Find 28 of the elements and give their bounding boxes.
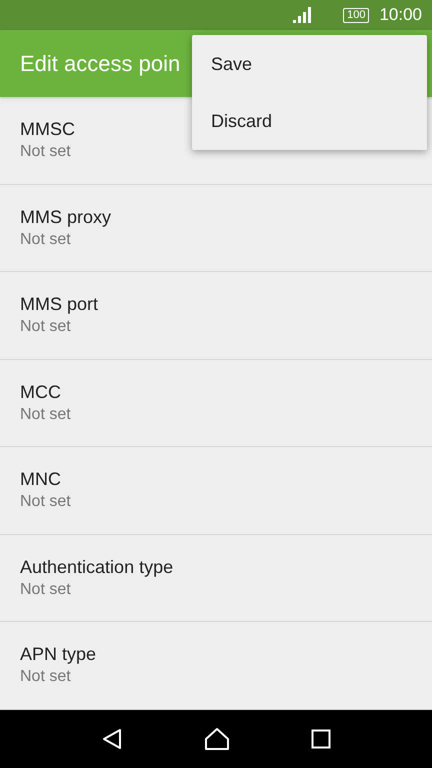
setting-value: Not set bbox=[20, 580, 71, 598]
setting-row[interactable]: Authentication type Not set bbox=[0, 534, 432, 622]
setting-value: Not set bbox=[20, 668, 71, 686]
setting-title: MCC bbox=[20, 382, 61, 402]
setting-value: Not set bbox=[20, 318, 71, 336]
menu-item[interactable]: Save bbox=[192, 36, 427, 93]
setting-row[interactable]: MMS port Not set bbox=[0, 272, 432, 360]
setting-title: MMS port bbox=[20, 294, 98, 315]
signal-icon bbox=[293, 7, 312, 23]
menu-item[interactable]: Discard bbox=[192, 93, 427, 150]
setting-row[interactable]: MNC Not set bbox=[0, 447, 432, 534]
setting-value: Not set bbox=[20, 493, 71, 511]
clock: 10:00 bbox=[379, 5, 422, 25]
setting-value: Not set bbox=[20, 143, 71, 161]
setting-title: APN type bbox=[20, 644, 96, 665]
home-button[interactable] bbox=[204, 727, 230, 751]
setting-row[interactable]: MMS proxy Not set bbox=[0, 184, 432, 272]
recents-button[interactable] bbox=[311, 729, 332, 749]
setting-title: MMS proxy bbox=[20, 206, 112, 228]
setting-title: MNC bbox=[20, 469, 61, 490]
setting-value: Not set bbox=[20, 230, 71, 248]
setting-title: Authentication type bbox=[20, 556, 174, 578]
screen-title: Edit access poin bbox=[20, 50, 180, 76]
setting-row[interactable]: MCC Not set bbox=[0, 360, 432, 447]
setting-value: Not set bbox=[20, 406, 71, 424]
battery-level: 100 bbox=[343, 8, 370, 22]
setting-title: MMSC bbox=[20, 119, 75, 140]
back-button[interactable] bbox=[100, 728, 123, 750]
